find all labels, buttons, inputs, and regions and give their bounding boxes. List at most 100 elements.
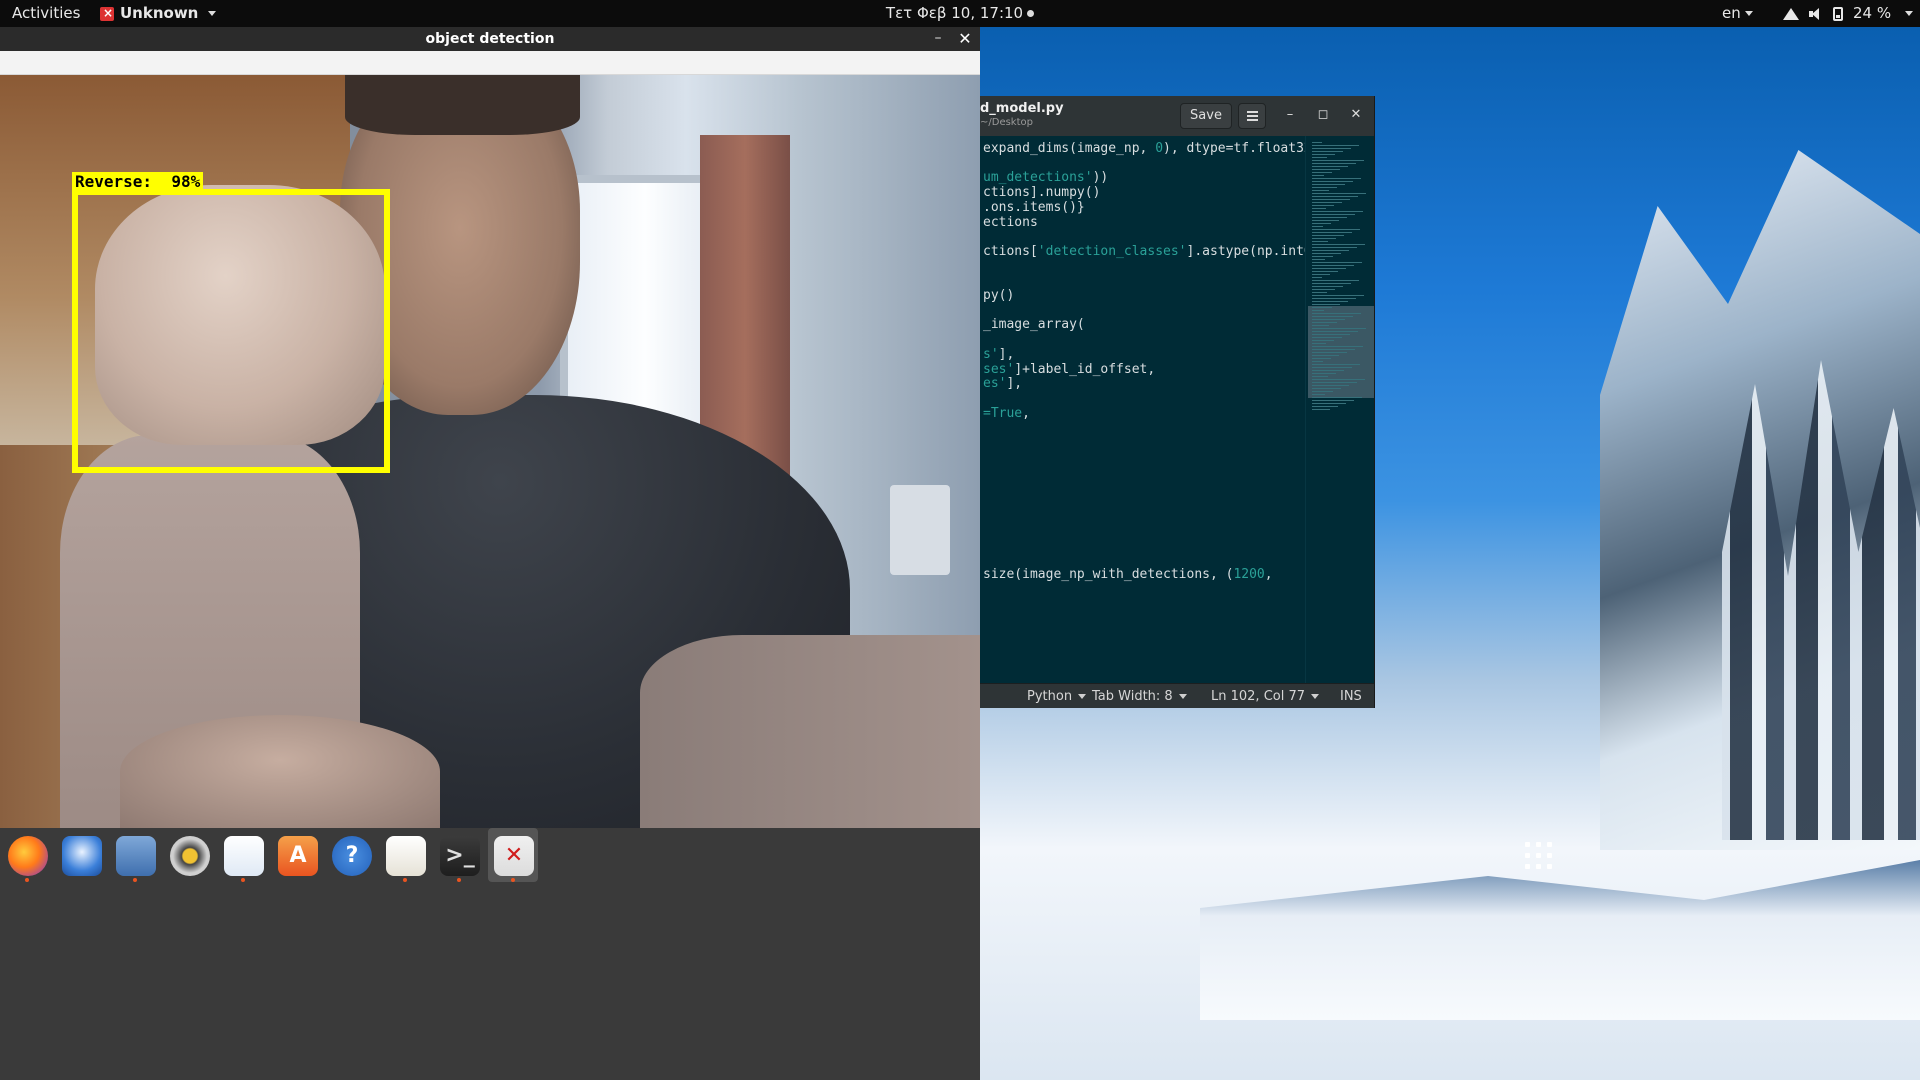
minimap-line	[1312, 334, 1350, 335]
code-line: ctions].numpy()	[983, 185, 1100, 200]
detection-bounding-box	[72, 189, 390, 473]
minimap-line	[1312, 217, 1347, 218]
minimap-line	[1312, 253, 1341, 254]
code-line: =True,	[983, 406, 1030, 421]
minimap-line	[1312, 349, 1355, 350]
clock[interactable]: Τετ Φεβ 10, 17:10	[886, 4, 1035, 22]
editor-menu-button[interactable]	[1238, 103, 1266, 129]
minimap-line	[1312, 184, 1345, 185]
editor-filename: d_model.py	[980, 101, 1064, 116]
chevron-down-icon	[1078, 694, 1087, 699]
minimap-line	[1312, 262, 1362, 263]
minimap-line	[1312, 403, 1346, 404]
minimap-line	[1312, 157, 1327, 158]
minimap-line	[1312, 166, 1348, 167]
maximize-button[interactable]: ◻	[1312, 104, 1334, 126]
minimize-button[interactable]: –	[928, 27, 948, 51]
language-dropdown-label: Python	[1027, 689, 1073, 704]
detection-class: Reverse:	[75, 172, 153, 191]
tab-width-dropdown[interactable]: Tab Width: 8	[1092, 684, 1187, 708]
scene-person-arm	[640, 635, 980, 828]
thunderbird-icon	[62, 836, 102, 876]
dock-item[interactable]	[218, 828, 268, 882]
editor-status-bar: Python Tab Width: 8 Ln 102, Col 77 INS	[980, 683, 1374, 708]
app-menu[interactable]: Unknown	[100, 0, 217, 27]
minimap-line	[1312, 289, 1335, 290]
close-button[interactable]: ✕	[1345, 104, 1367, 126]
libreoffice-writer-icon	[224, 836, 264, 876]
code-line: s'],	[983, 347, 1014, 362]
minimap-line	[1312, 142, 1322, 143]
code-text: expand_dims(image_np,	[983, 141, 1156, 156]
minimap-line	[1312, 190, 1329, 191]
dock-item[interactable]: A	[272, 828, 322, 882]
dock-item[interactable]	[56, 828, 106, 882]
minimap-line	[1312, 409, 1330, 410]
minimap-line	[1312, 220, 1339, 221]
language-selector[interactable]: en	[1722, 0, 1753, 27]
window-titlebar[interactable]: object detection – ✕	[0, 27, 980, 51]
code-line: _image_array(	[983, 317, 1085, 332]
dock-item[interactable]	[110, 828, 160, 882]
notification-dot-icon	[1027, 10, 1035, 17]
activities-button[interactable]: Activities	[12, 0, 80, 27]
window-toolbar	[0, 51, 980, 75]
dock-item[interactable]: ✕	[488, 828, 538, 882]
minimap-line	[1312, 175, 1324, 176]
dock-item[interactable]	[164, 828, 214, 882]
editor-minimap[interactable]	[1308, 136, 1374, 683]
close-button[interactable]: ✕	[955, 27, 975, 51]
minimap-line	[1312, 214, 1355, 215]
insert-mode[interactable]: INS	[1340, 684, 1362, 708]
dock-item[interactable]	[380, 828, 430, 882]
code-literal: um_detections'	[983, 170, 1093, 186]
minimap-line	[1312, 145, 1359, 146]
dock-item[interactable]: >_	[434, 828, 484, 882]
code-literal: 'detection_classes'	[1037, 243, 1187, 259]
minimap-line	[1312, 397, 1362, 398]
minimap-line	[1312, 259, 1325, 260]
code-text: ],	[1006, 376, 1023, 392]
files-icon	[116, 836, 156, 876]
app-menu-label: Unknown	[120, 4, 199, 22]
code-editor[interactable]: expand_dims(image_np, 0), dtype=tf.float…	[980, 136, 1305, 683]
dock-item[interactable]	[2, 828, 52, 882]
language-dropdown[interactable]: Python	[1027, 684, 1087, 708]
code-text: ))	[1092, 170, 1109, 186]
code-literal: es'	[983, 376, 1007, 392]
minimap-line	[1312, 160, 1364, 161]
minimap-line	[1312, 178, 1361, 179]
minimap-line	[1312, 379, 1365, 380]
minimap-line	[1312, 229, 1360, 230]
code-text: .ons.items()}	[983, 199, 1085, 215]
show-applications-icon[interactable]	[1525, 842, 1553, 870]
code-literal: 0	[1155, 141, 1164, 156]
minimap-line	[1312, 388, 1341, 389]
running-indicator	[241, 878, 245, 882]
minimap-line	[1312, 211, 1363, 212]
terminal-icon: >_	[440, 836, 480, 876]
grid-dot	[1525, 842, 1530, 847]
running-indicator	[133, 878, 137, 882]
position-dropdown[interactable]	[1305, 684, 1319, 708]
minimap-line	[1312, 208, 1326, 209]
minimap-line	[1312, 235, 1344, 236]
minimize-button[interactable]: –	[1279, 104, 1301, 126]
minimap-line	[1312, 271, 1338, 272]
cursor-position[interactable]: Ln 102, Col 77	[1211, 684, 1305, 708]
code-text: ctions[	[983, 243, 1038, 259]
minimap-line	[1312, 400, 1354, 401]
system-status-menu[interactable]: 24 %	[1783, 0, 1914, 27]
minimap-line	[1312, 226, 1323, 227]
save-button[interactable]: Save	[1180, 103, 1232, 129]
minimap-line	[1312, 352, 1347, 353]
hamburger-icon	[1247, 111, 1258, 121]
code-text: ,	[1022, 405, 1030, 421]
grid-dot	[1536, 842, 1541, 847]
wifi-icon	[1783, 7, 1799, 20]
dock-item[interactable]: ?	[326, 828, 376, 882]
code-literal: 1200	[1233, 567, 1265, 583]
scene-person-hair	[345, 75, 580, 135]
minimap-line	[1312, 328, 1366, 329]
chevron-down-icon	[1178, 694, 1187, 699]
